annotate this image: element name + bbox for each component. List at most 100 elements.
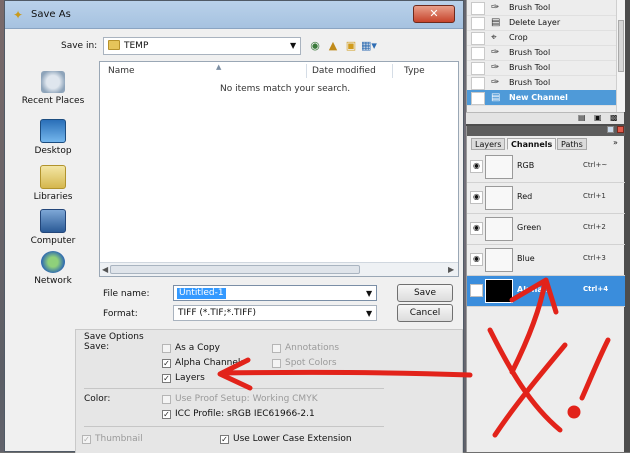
file-name-label: File name: — [103, 289, 150, 299]
new-document-icon[interactable]: ▤ — [578, 113, 586, 122]
column-header-name[interactable]: Name — [108, 62, 135, 80]
eye-icon[interactable]: ◉ — [470, 191, 483, 204]
history-source-box[interactable] — [471, 17, 485, 30]
color-label: Color: — [84, 394, 111, 404]
channel-row[interactable]: ◉ RGB Ctrl+~ — [467, 152, 625, 183]
channel-shortcut: Ctrl+~ — [583, 161, 608, 169]
history-source-box[interactable] — [471, 2, 485, 15]
history-source-box[interactable] — [471, 77, 485, 90]
channel-row[interactable]: ◉ Blue Ctrl+3 — [467, 245, 625, 276]
file-name-input[interactable]: Untitled-1 ▼ — [173, 285, 377, 301]
scrollbar-thumb[interactable] — [110, 265, 360, 274]
horizontal-scrollbar[interactable]: ◀ ▶ — [100, 262, 458, 276]
channel-row[interactable]: ◉ Red Ctrl+1 — [467, 183, 625, 214]
column-header-date-modified[interactable]: Date modified — [312, 62, 376, 80]
scroll-right-icon[interactable]: ▶ — [448, 265, 454, 274]
channel-shortcut: Ctrl+3 — [583, 254, 606, 262]
channels-panel: Layers Channels Paths » ◉ RGB Ctrl+~ ◉ R… — [466, 126, 625, 452]
brush-icon: ✑ — [491, 77, 500, 88]
eye-icon[interactable]: ◉ — [470, 222, 483, 235]
save-button[interactable]: Save — [397, 284, 453, 302]
view-menu-icon[interactable]: ▦▾ — [361, 38, 377, 54]
annotations-checkbox[interactable] — [272, 344, 281, 353]
new-folder-icon[interactable]: ▣ — [343, 38, 359, 54]
history-item[interactable]: ✑ Brush Tool — [467, 45, 617, 61]
history-item-label: Brush Tool — [509, 48, 551, 57]
history-item[interactable]: ✑ Brush Tool — [467, 0, 617, 16]
format-dropdown[interactable]: TIFF (*.TIF;*.TIFF) ▼ — [173, 305, 377, 321]
eye-icon[interactable]: ◉ — [470, 160, 483, 173]
chevron-down-icon[interactable]: ▼ — [366, 289, 372, 298]
lower-case-extension-checkbox[interactable]: ✓ — [220, 435, 229, 444]
divider — [84, 426, 384, 427]
trash-icon[interactable]: ▩ — [610, 113, 618, 122]
icc-profile-checkbox[interactable]: ✓ — [162, 410, 171, 419]
eye-box-empty[interactable] — [470, 284, 483, 297]
place-computer[interactable]: Computer — [13, 209, 93, 246]
empty-message: No items match your search. — [220, 84, 351, 94]
channel-name: Green — [517, 223, 542, 232]
minimize-icon[interactable] — [607, 126, 614, 133]
history-scrollbar[interactable] — [616, 0, 625, 112]
use-proof-setup-checkbox[interactable] — [162, 395, 171, 404]
lower-case-extension-label: Use Lower Case Extension — [233, 434, 352, 444]
layers-checkbox[interactable]: ✓ — [162, 374, 171, 383]
save-options-title: Save Options — [84, 332, 144, 342]
place-network[interactable]: Network — [13, 251, 93, 286]
save-as-dialog: ✦ Save As ✕ Save in: TEMP ▼ ◉ ▲ ▣ ▦▾ Rec… — [4, 0, 464, 453]
history-item-label: Brush Tool — [509, 3, 551, 12]
channel-row-selected[interactable]: Alpha 1 Ctrl+4 — [467, 276, 625, 307]
save-in-dropdown[interactable]: TEMP ▼ — [103, 37, 301, 55]
desktop-icon — [40, 119, 66, 143]
column-header-type[interactable]: Type — [404, 62, 425, 80]
place-label: Network — [34, 276, 72, 286]
back-icon[interactable]: ◉ — [307, 38, 323, 54]
history-item[interactable]: ✑ Brush Tool — [467, 60, 617, 76]
close-button[interactable]: ✕ — [413, 5, 455, 23]
libraries-icon — [40, 165, 66, 189]
tab-paths[interactable]: Paths — [557, 138, 587, 150]
layers-label: Layers — [175, 373, 205, 383]
cancel-button[interactable]: Cancel — [397, 304, 453, 322]
panel-menu-icon[interactable]: » — [613, 138, 618, 147]
tab-channels[interactable]: Channels — [507, 138, 557, 150]
history-source-box[interactable] — [471, 47, 485, 60]
save-options-panel: Save Options Save: As a Copy Annotations… — [75, 329, 463, 453]
up-folder-icon[interactable]: ▲ — [325, 38, 341, 54]
column-separator — [306, 64, 307, 78]
close-icon[interactable] — [617, 126, 624, 133]
history-item-selected[interactable]: ▤ New Channel — [467, 90, 617, 106]
thumbnail-checkbox[interactable]: ✓ — [82, 435, 91, 444]
file-list[interactable]: Name ▲ Date modified Type No items match… — [99, 61, 459, 277]
as-a-copy-checkbox[interactable] — [162, 344, 171, 353]
scrollbar-thumb[interactable] — [618, 20, 624, 72]
history-item-label: New Channel — [509, 93, 568, 102]
spot-colors-label: Spot Colors — [285, 358, 337, 368]
channel-name: Alpha 1 — [517, 285, 552, 294]
alpha-channels-checkbox[interactable]: ✓ — [162, 359, 171, 368]
places-bar: Recent Places Desktop Libraries Computer… — [13, 61, 93, 311]
scroll-left-icon[interactable]: ◀ — [102, 265, 108, 274]
channel-thumbnail — [485, 248, 513, 272]
brush-icon: ✑ — [491, 2, 500, 13]
place-recent-places[interactable]: Recent Places — [13, 71, 93, 106]
eye-icon[interactable]: ◉ — [470, 253, 483, 266]
annotations-label: Annotations — [285, 343, 340, 353]
history-item[interactable]: ✑ Brush Tool — [467, 75, 617, 91]
channel-shortcut: Ctrl+4 — [583, 285, 609, 293]
history-item[interactable]: ⌖ Crop — [467, 30, 617, 46]
history-source-box[interactable] — [471, 62, 485, 75]
place-libraries[interactable]: Libraries — [13, 165, 93, 202]
channel-row[interactable]: ◉ Green Ctrl+2 — [467, 214, 625, 245]
spot-colors-checkbox[interactable] — [272, 359, 281, 368]
tab-layers[interactable]: Layers — [471, 138, 506, 150]
history-item-label: Brush Tool — [509, 63, 551, 72]
place-desktop[interactable]: Desktop — [13, 119, 93, 156]
history-source-box[interactable] — [471, 92, 485, 105]
new-snapshot-icon[interactable]: ▣ — [594, 113, 602, 122]
channel-thumbnail — [485, 279, 513, 303]
recent-places-icon — [41, 71, 65, 93]
history-source-box[interactable] — [471, 32, 485, 45]
history-item[interactable]: ▤ Delete Layer — [467, 15, 617, 31]
use-proof-setup-label: Use Proof Setup: Working CMYK — [175, 394, 318, 404]
